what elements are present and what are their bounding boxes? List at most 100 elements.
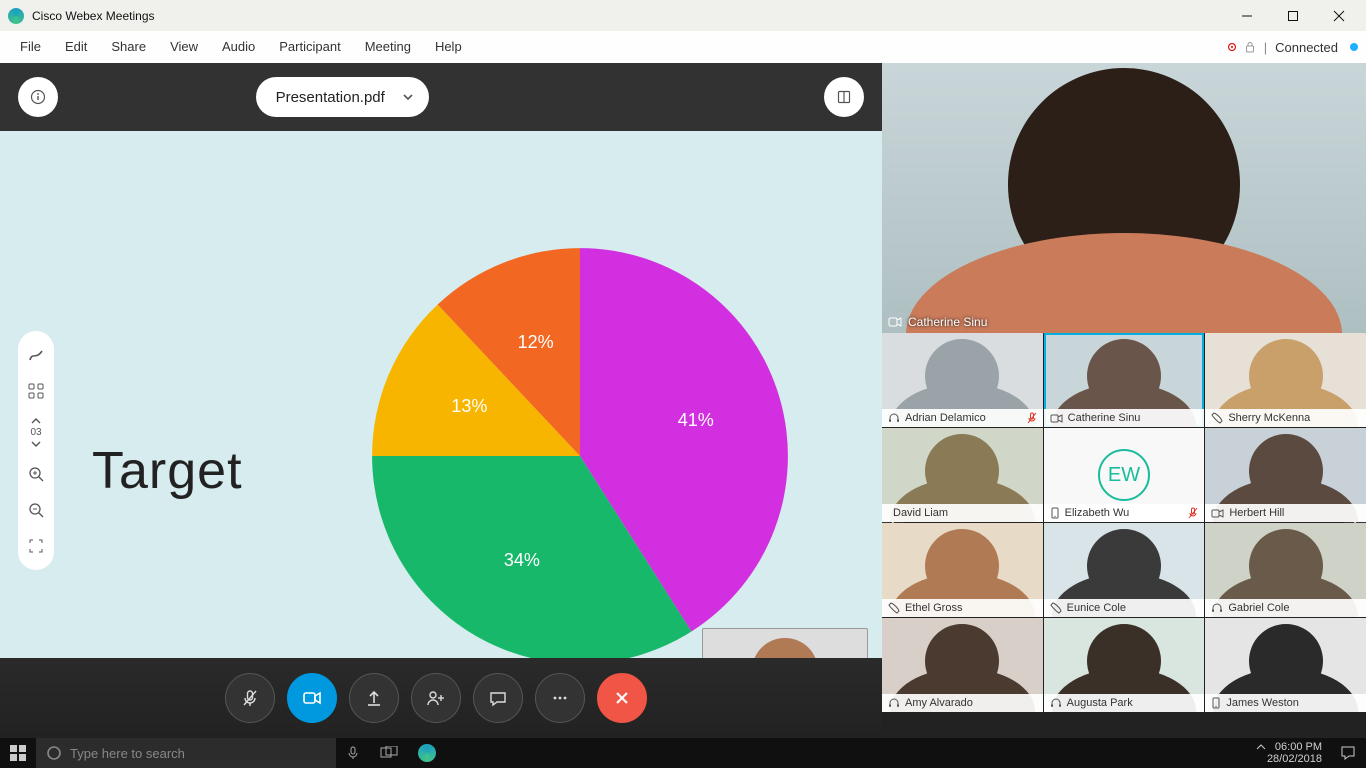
participant-name: Gabriel Cole [1228,602,1289,614]
window-minimize-button[interactable] [1224,0,1270,31]
taskbar-mic-button[interactable] [336,738,370,768]
presentation-stage: 03 Target 41%34%13%12% [0,131,882,738]
menu-view[interactable]: View [158,31,210,63]
participant-name: Eunice Cole [1067,602,1126,614]
taskbar-clock[interactable]: 06:00 PM 28/02/2018 [1248,739,1330,767]
muted-icon [1188,507,1198,519]
pie-chart [370,246,790,666]
audio-type-icon [1050,507,1060,519]
participant-name: James Weston [1226,697,1299,709]
menu-share[interactable]: Share [99,31,158,63]
meeting-controls [0,658,882,738]
participant-thumb[interactable]: Amy Alvarado [882,618,1043,712]
window-title: Cisco Webex Meetings [32,9,155,23]
participant-thumb[interactable]: Herbert Hill [1205,428,1366,522]
window-maximize-button[interactable] [1270,0,1316,31]
menu-audio[interactable]: Audio [210,31,267,63]
mute-button[interactable] [225,673,275,723]
participants-button[interactable] [411,673,461,723]
menu-file[interactable]: File [8,31,53,63]
more-button[interactable] [535,673,585,723]
pie-slice-label: 13% [451,396,487,417]
taskbar-search[interactable]: Type here to search [36,738,336,768]
page-stepper[interactable]: 03 [30,417,42,448]
menu-bar: File Edit Share View Audio Participant M… [0,31,1366,63]
draw-tool-button[interactable] [26,345,46,365]
webex-logo-icon [8,8,24,24]
task-view-button[interactable] [370,738,408,768]
info-button[interactable] [18,77,58,117]
page-number: 03 [30,427,41,438]
participant-thumb[interactable]: Augusta Park [1044,618,1205,712]
taskbar-time: 06:00 PM [1275,741,1322,753]
participant-thumb[interactable]: David Liam [882,428,1043,522]
window-close-button[interactable] [1316,0,1362,31]
participant-thumb[interactable]: Eunice Cole [1044,523,1205,617]
shared-doc-pill[interactable]: Presentation.pdf [256,77,429,117]
window-titlebar: Cisco Webex Meetings [0,0,1366,31]
share-button[interactable] [349,673,399,723]
chevron-down-icon [401,90,415,104]
participant-thumb[interactable]: James Weston [1205,618,1366,712]
thumbnail-grid-button[interactable] [26,381,46,401]
muted-icon [1027,412,1037,424]
connection-dot-icon [1350,43,1358,51]
chevron-up-icon[interactable] [30,417,42,425]
participant-name: Elizabeth Wu [1065,507,1130,519]
menu-participant[interactable]: Participant [267,31,352,63]
participant-name: Amy Alvarado [905,697,973,709]
windows-taskbar: Type here to search 06:00 PM 28/02/2018 [0,738,1366,768]
audio-type-icon [888,602,900,614]
participant-thumb[interactable]: Catherine Sinu [1044,333,1205,427]
participant-name: Ethel Gross [905,602,962,614]
participant-name: Sherry McKenna [1228,412,1310,424]
participant-thumb[interactable]: Ethel Gross [882,523,1043,617]
fullscreen-button[interactable] [26,536,46,556]
participant-thumb[interactable]: Sherry McKenna [1205,333,1366,427]
taskbar-search-placeholder: Type here to search [70,746,185,761]
menu-meeting[interactable]: Meeting [353,31,423,63]
lock-icon [1244,41,1256,53]
audio-type-icon [1050,413,1063,424]
audio-type-icon [1211,697,1221,709]
chevron-up-icon[interactable] [1256,742,1266,752]
menu-edit[interactable]: Edit [53,31,99,63]
participant-name: Augusta Park [1067,697,1133,709]
audio-type-icon [1211,412,1223,424]
connection-status: Connected [1275,40,1338,55]
recording-indicator-icon [1228,43,1236,51]
annotation-toolbar: 03 [18,331,54,570]
action-center-button[interactable] [1330,738,1366,768]
participant-thumb[interactable]: Adrian Delamico [882,333,1043,427]
audio-type-icon [888,697,900,709]
taskbar-date: 28/02/2018 [1267,753,1322,765]
active-speaker-video[interactable]: Catherine Sinu [882,63,1366,333]
pie-slice-label: 41% [678,410,714,431]
participant-name: David Liam [893,507,948,519]
chat-button[interactable] [473,673,523,723]
participant-name: Adrian Delamico [905,412,986,424]
chevron-down-icon[interactable] [30,440,42,448]
taskbar-webex-app[interactable] [408,738,446,768]
camera-icon [888,316,902,328]
zoom-in-button[interactable] [26,464,46,484]
layout-button[interactable] [824,77,864,117]
video-button[interactable] [287,673,337,723]
shared-doc-name: Presentation.pdf [276,89,385,106]
menu-help[interactable]: Help [423,31,474,63]
video-panel: Catherine Sinu ‹ › Adrian DelamicoCather… [882,63,1366,738]
audio-type-icon [1050,602,1062,614]
end-call-button[interactable] [597,673,647,723]
participant-thumb[interactable]: EWElizabeth Wu [1044,428,1205,522]
zoom-out-button[interactable] [26,500,46,520]
participant-name: Herbert Hill [1229,507,1284,519]
slide-title: Target [92,441,243,501]
audio-type-icon [1211,508,1224,519]
audio-type-icon [1211,602,1223,614]
pie-slice-label: 12% [518,332,554,353]
participant-name: Catherine Sinu [1068,412,1141,424]
start-button[interactable] [0,738,36,768]
share-header: Presentation.pdf [0,63,882,131]
active-speaker-name: Catherine Sinu [908,315,987,329]
participant-thumb[interactable]: Gabriel Cole [1205,523,1366,617]
